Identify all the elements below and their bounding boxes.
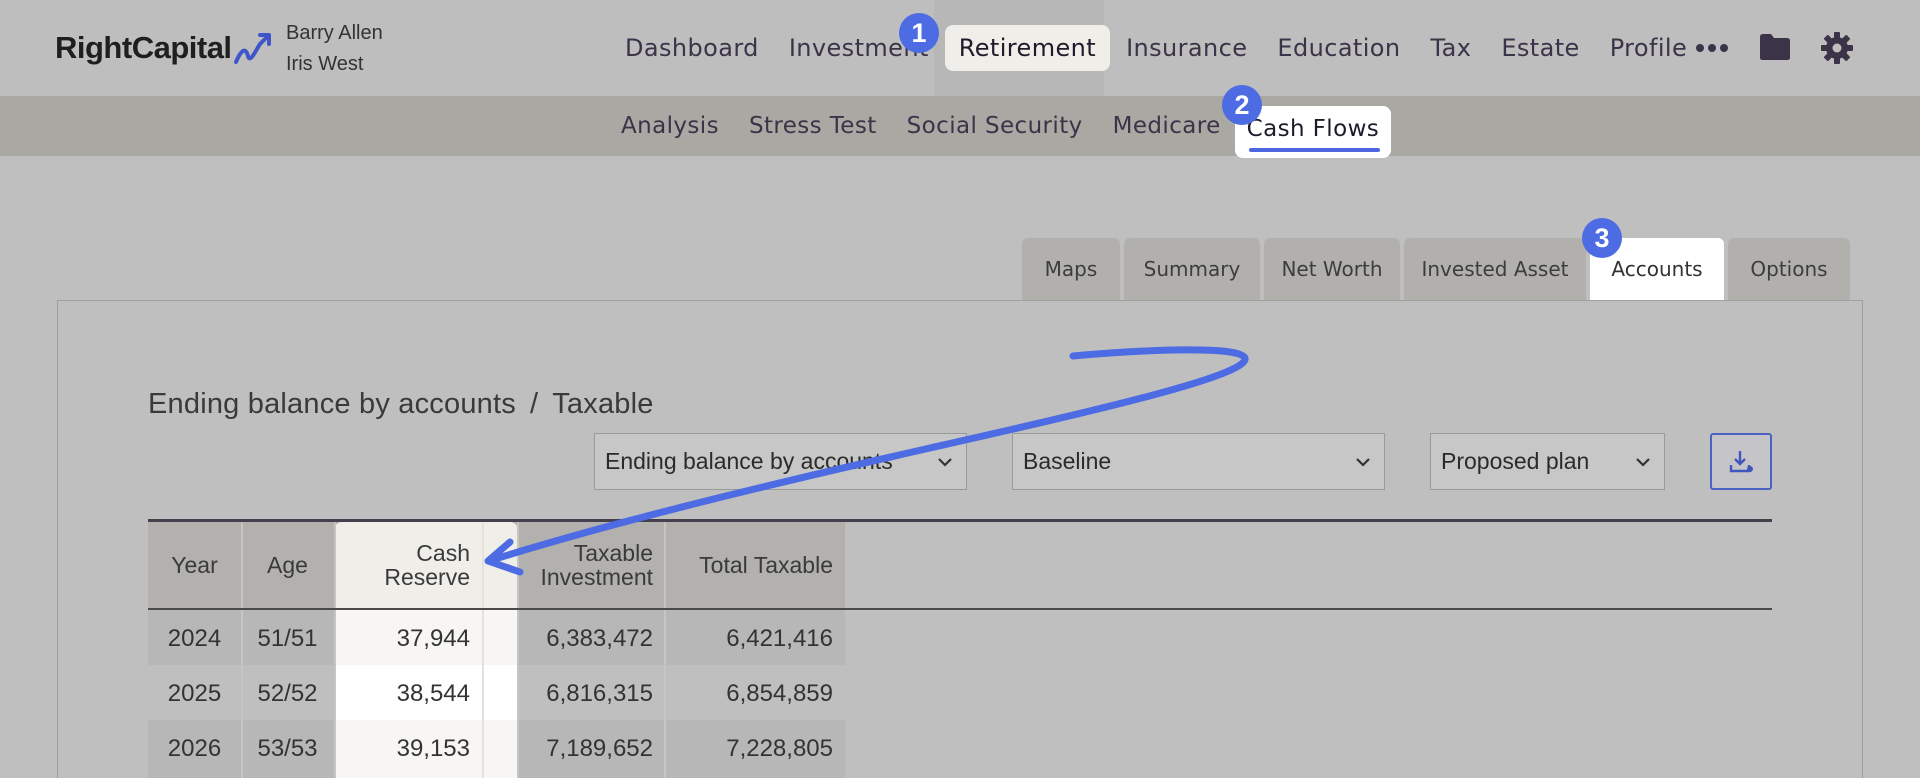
table-header-rule xyxy=(148,608,1772,610)
nav-education[interactable]: Education xyxy=(1277,34,1400,62)
step-badge-1: 1 xyxy=(899,13,939,53)
title-main: Ending balance by accounts xyxy=(148,388,516,420)
brand-name: RightCapital xyxy=(55,30,232,65)
nav-tax[interactable]: Tax xyxy=(1431,34,1472,62)
logo-arrow-icon xyxy=(233,33,271,64)
plan-select[interactable]: Proposed plan xyxy=(1430,433,1665,490)
cell-year: 2024 xyxy=(167,625,222,652)
nav-estate[interactable]: Estate xyxy=(1501,34,1579,62)
brand-logo[interactable]: RightCapital xyxy=(55,30,274,66)
download-button[interactable] xyxy=(1710,433,1772,490)
subnav-cash-flows-label: Cash Flows xyxy=(1246,116,1380,142)
nav-retirement[interactable]: Retirement xyxy=(944,25,1111,71)
scenario-select[interactable]: Baseline xyxy=(1012,433,1385,490)
header-taxable-line2: Investment xyxy=(540,564,654,590)
subnav-stress-test[interactable]: Stress Test xyxy=(749,113,877,139)
page-title: Ending balance by accounts / Taxable xyxy=(148,388,654,421)
cell-age: 51/51 xyxy=(257,625,318,652)
column-divider xyxy=(482,522,484,778)
tab-net-worth[interactable]: Net Worth xyxy=(1264,238,1400,300)
header-taxable-line1: Taxable xyxy=(573,540,653,566)
more-dots-icon[interactable] xyxy=(1694,38,1730,58)
subnav-social-security[interactable]: Social Security xyxy=(907,113,1083,139)
client-primary: Barry Allen xyxy=(286,22,383,44)
nav-insurance[interactable]: Insurance xyxy=(1126,34,1247,62)
cell-cash-reserve: 39,153 xyxy=(396,735,470,762)
download-icon xyxy=(1729,451,1753,473)
cell-cash-reserve: 38,544 xyxy=(396,680,470,707)
chevron-down-icon xyxy=(938,458,952,467)
step-badge-3: 3 xyxy=(1582,218,1622,258)
client-names[interactable]: Barry Allen Iris West xyxy=(286,18,383,80)
header-cash-reserve-line1: Cash xyxy=(416,540,470,566)
nav-dashboard[interactable]: Dashboard xyxy=(625,34,759,62)
cell-taxable-investment: 6,816,315 xyxy=(546,680,653,707)
tab-invested-asset[interactable]: Invested Asset xyxy=(1404,238,1586,300)
header-year[interactable]: Year xyxy=(148,522,241,608)
view-select-value: Ending balance by accounts xyxy=(605,448,893,474)
chevron-down-icon xyxy=(1636,458,1650,467)
tab-maps[interactable]: Maps xyxy=(1022,238,1120,300)
scenario-select-value: Baseline xyxy=(1023,448,1112,474)
folder-icon[interactable] xyxy=(1758,32,1792,62)
cell-age: 53/53 xyxy=(257,735,318,762)
cell-taxable-investment: 7,189,652 xyxy=(546,735,653,762)
cell-age: 52/52 xyxy=(257,680,318,707)
tab-options[interactable]: Options xyxy=(1728,238,1850,300)
nav-profile[interactable]: Profile xyxy=(1610,34,1687,62)
tab-summary[interactable]: Summary xyxy=(1124,238,1260,300)
cell-total-taxable: 6,421,416 xyxy=(726,625,833,652)
client-secondary: Iris West xyxy=(286,53,364,75)
title-sub: Taxable xyxy=(552,388,654,420)
cell-taxable-investment: 6,383,472 xyxy=(546,625,653,652)
chevron-down-icon xyxy=(1356,458,1370,467)
header-age[interactable]: Age xyxy=(241,522,334,608)
plan-select-value: Proposed plan xyxy=(1441,448,1590,474)
cell-cash-reserve: 37,944 xyxy=(396,625,470,652)
gear-icon[interactable] xyxy=(1820,31,1854,65)
active-underline xyxy=(1248,148,1381,152)
subnav-medicare[interactable]: Medicare xyxy=(1113,113,1221,139)
sub-nav: Analysis Stress Test Social Security Med… xyxy=(621,96,1421,158)
cashflow-tabs: Maps Summary Net Worth Invested Asset Ac… xyxy=(1022,238,1854,300)
header-cash-reserve[interactable]: Cash Reserve xyxy=(334,522,470,608)
header-cash-reserve-line2: Reserve xyxy=(384,564,470,590)
header-taxable-investment[interactable]: Taxable Investment xyxy=(517,522,654,608)
view-select[interactable]: Ending balance by accounts xyxy=(594,433,967,490)
subnav-analysis[interactable]: Analysis xyxy=(621,113,719,139)
cell-year: 2025 xyxy=(167,680,222,707)
main-nav: Dashboard Investment Retirement Insuranc… xyxy=(625,0,1717,96)
cell-total-taxable: 7,228,805 xyxy=(726,735,833,762)
cell-total-taxable: 6,854,859 xyxy=(726,680,833,707)
step-badge-2: 2 xyxy=(1222,85,1262,125)
cell-year: 2026 xyxy=(167,735,222,762)
header-total-taxable[interactable]: Total Taxable xyxy=(664,522,833,608)
title-separator: / xyxy=(529,388,539,420)
